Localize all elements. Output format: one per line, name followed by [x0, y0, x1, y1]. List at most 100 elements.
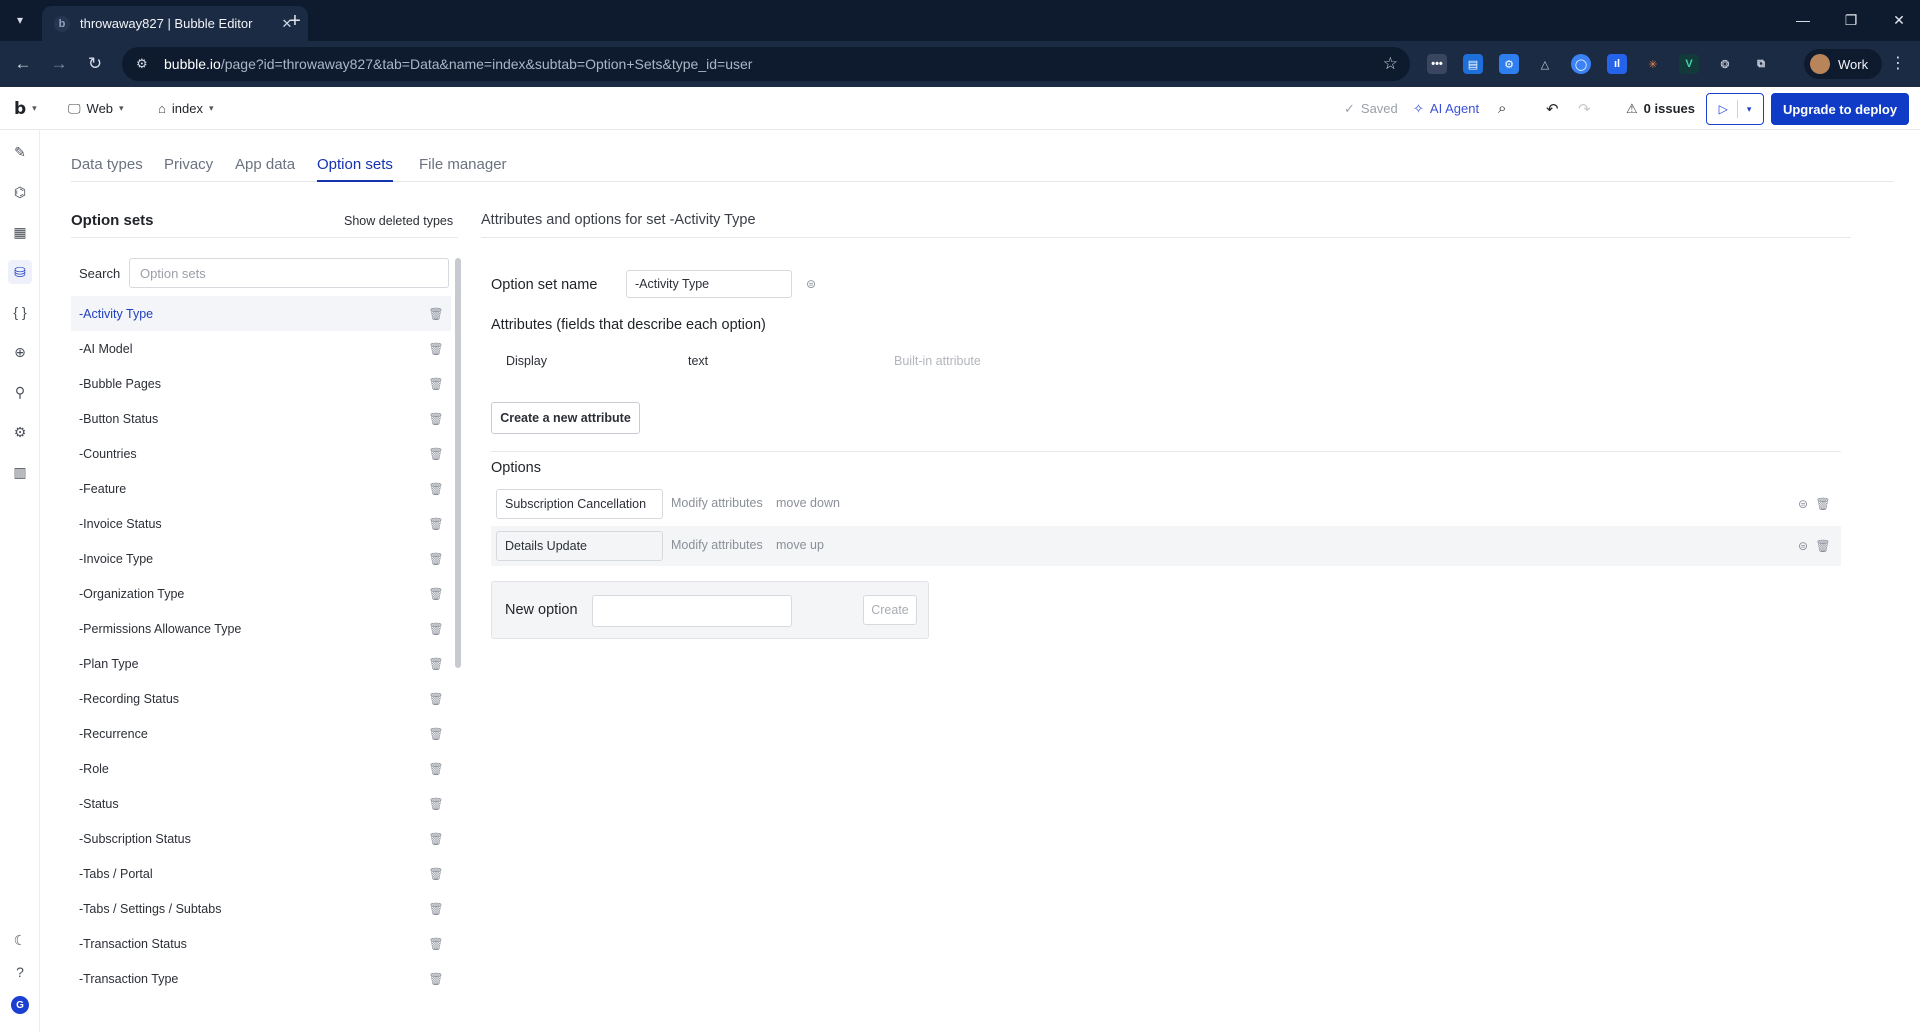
extension-dots-icon[interactable]: ••• — [1427, 54, 1447, 74]
trash-icon[interactable]: 🗑 — [428, 867, 443, 881]
issues-button[interactable]: ⚠ 0 issues — [1626, 87, 1695, 130]
back-arrow-icon[interactable]: ← — [10, 51, 36, 77]
show-deleted-types-link[interactable]: Show deleted types — [344, 214, 453, 228]
trash-icon[interactable]: 🗑 — [428, 762, 443, 776]
globe-icon[interactable]: ⊕ — [8, 340, 32, 364]
option-set-name-field[interactable] — [626, 270, 792, 298]
restore-window-icon[interactable]: ❐ — [1836, 8, 1866, 32]
trash-icon[interactable]: 🗑 — [428, 797, 443, 811]
trash-icon[interactable]: 🗑 — [428, 692, 443, 706]
trash-icon[interactable]: 🗑 — [428, 377, 443, 391]
modify-attributes-link[interactable]: Modify attributes — [671, 538, 763, 552]
tab-privacy[interactable]: Privacy — [164, 156, 213, 182]
trash-icon[interactable]: 🗑 — [428, 307, 443, 321]
trash-icon[interactable]: 🗑 — [428, 587, 443, 601]
list-scrollbar[interactable] — [455, 258, 461, 668]
option-value-field[interactable]: Subscription Cancellation — [496, 489, 663, 519]
styles-layout-icon[interactable]: ▦ — [8, 220, 32, 244]
account-avatar-icon[interactable]: G — [11, 996, 29, 1014]
option-set-item[interactable]: -Recurrence 🗑 — [71, 716, 451, 751]
option-set-item[interactable]: -Invoice Status 🗑 — [71, 506, 451, 541]
option-set-item[interactable]: -Activity Type 🗑 — [71, 296, 451, 331]
tab-search-chevron-icon[interactable]: ▾ — [8, 8, 32, 32]
data-database-icon[interactable]: ⛁ — [8, 260, 32, 284]
option-set-item[interactable]: -Transaction Type 🗑 — [71, 961, 451, 996]
new-option-input[interactable] — [592, 595, 792, 627]
trash-icon[interactable]: 🗑 — [428, 342, 443, 356]
option-set-item[interactable]: -Tabs / Settings / Subtabs 🗑 — [71, 891, 451, 926]
option-set-item[interactable]: -Organization Type 🗑 — [71, 576, 451, 611]
trash-icon[interactable]: 🗑 — [1815, 539, 1830, 553]
option-set-item[interactable]: -Status 🗑 — [71, 786, 451, 821]
bubble-logo-menu[interactable]: b ▾ — [14, 87, 37, 130]
trash-icon[interactable]: 🗑 — [428, 937, 443, 951]
dark-mode-moon-icon[interactable]: ☾ — [8, 928, 32, 952]
trash-icon[interactable]: 🗑 — [428, 832, 443, 846]
forward-arrow-icon[interactable]: → — [46, 51, 72, 77]
ai-agent-button[interactable]: ✧ AI Agent — [1413, 87, 1479, 130]
bookmark-star-icon[interactable]: ☆ — [1383, 54, 1398, 74]
option-set-item[interactable]: -Bubble Pages 🗑 — [71, 366, 451, 401]
trash-icon[interactable]: 🗑 — [428, 622, 443, 636]
tab-app-data[interactable]: App data — [235, 156, 295, 182]
option-set-item[interactable]: -Countries 🗑 — [71, 436, 451, 471]
trash-icon[interactable]: 🗑 — [428, 657, 443, 671]
option-set-item[interactable]: -Recording Status 🗑 — [71, 681, 451, 716]
address-bar[interactable]: ⚙ bubble.io/page?id=throwaway827&tab=Dat… — [122, 47, 1410, 81]
option-set-item[interactable]: -Transaction Status 🗑 — [71, 926, 451, 961]
option-set-item[interactable]: -Role 🗑 — [71, 751, 451, 786]
trash-icon[interactable]: 🗑 — [428, 727, 443, 741]
comment-icon[interactable]: ⊜ — [1796, 497, 1810, 511]
comment-icon[interactable]: ⊜ — [804, 277, 818, 291]
logs-chart-icon[interactable]: ▥ — [8, 460, 32, 484]
option-set-item[interactable]: -Permissions Allowance Type 🗑 — [71, 611, 451, 646]
extension-asterisk-icon[interactable]: ✳ — [1643, 54, 1663, 74]
extension-chart-icon[interactable]: ıl — [1607, 54, 1627, 74]
reload-icon[interactable]: ↻ — [82, 51, 108, 77]
extension-triangle-icon[interactable]: △ — [1535, 54, 1555, 74]
browser-menu-kebab-icon[interactable]: ⋮ — [1888, 53, 1908, 73]
create-option-button[interactable]: Create — [863, 595, 917, 625]
workflow-icon[interactable]: ⌬ — [8, 180, 32, 204]
trash-icon[interactable]: 🗑 — [428, 447, 443, 461]
create-new-attribute-button[interactable]: Create a new attribute — [491, 402, 640, 434]
comment-icon[interactable]: ⊜ — [1796, 539, 1810, 553]
move-up-link[interactable]: move up — [776, 538, 824, 552]
extension-openai-icon[interactable]: ❂ — [1715, 54, 1735, 74]
modify-attributes-link[interactable]: Modify attributes — [671, 496, 763, 510]
trash-icon[interactable]: 🗑 — [428, 902, 443, 916]
move-down-link[interactable]: move down — [776, 496, 840, 510]
tab-option-sets[interactable]: Option sets — [317, 156, 393, 182]
option-set-item[interactable]: -Subscription Status 🗑 — [71, 821, 451, 856]
browser-tab[interactable]: b throwaway827 | Bubble Editor ✕ — [42, 6, 308, 41]
extension-v-icon[interactable]: V — [1679, 54, 1699, 74]
search-icon[interactable]: ⌕ — [1498, 87, 1506, 130]
tab-file-manager[interactable]: File manager — [419, 156, 507, 182]
trash-icon[interactable]: 🗑 — [428, 552, 443, 566]
extension-circle-icon[interactable]: ◯ — [1571, 54, 1591, 74]
search-input[interactable] — [129, 258, 449, 288]
design-pencil-icon[interactable]: ✎ — [8, 140, 32, 164]
platform-selector[interactable]: 🖵 Web ▾ — [68, 87, 124, 130]
extension-gear-icon[interactable]: ⚙ — [1499, 54, 1519, 74]
option-value-field[interactable]: Details Update — [496, 531, 663, 561]
option-set-item[interactable]: -Button Status 🗑 — [71, 401, 451, 436]
option-set-item[interactable]: -AI Model 🗑 — [71, 331, 451, 366]
option-set-item[interactable]: -Plan Type 🗑 — [71, 646, 451, 681]
close-window-icon[interactable]: ✕ — [1884, 8, 1914, 32]
new-tab-plus-icon[interactable]: + — [282, 8, 308, 34]
option-set-item[interactable]: -Tabs / Portal 🗑 — [71, 856, 451, 891]
settings-gear-icon[interactable]: ⚙ — [8, 420, 32, 444]
preview-run-button[interactable]: ▷ ▾ — [1706, 93, 1764, 125]
extension-window-icon[interactable]: ▤ — [1463, 54, 1483, 74]
profile-chip[interactable]: Work — [1804, 49, 1882, 79]
trash-icon[interactable]: 🗑 — [1815, 497, 1830, 511]
minimize-window-icon[interactable]: — — [1788, 8, 1818, 32]
trash-icon[interactable]: 🗑 — [428, 412, 443, 426]
option-set-item[interactable]: -Invoice Type 🗑 — [71, 541, 451, 576]
upgrade-to-deploy-button[interactable]: Upgrade to deploy — [1771, 93, 1909, 125]
extensions-puzzle-icon[interactable]: ⧉ — [1751, 54, 1771, 74]
api-braces-icon[interactable]: { } — [8, 300, 32, 324]
site-info-icon[interactable]: ⚙ — [136, 56, 156, 72]
trash-icon[interactable]: 🗑 — [428, 972, 443, 986]
